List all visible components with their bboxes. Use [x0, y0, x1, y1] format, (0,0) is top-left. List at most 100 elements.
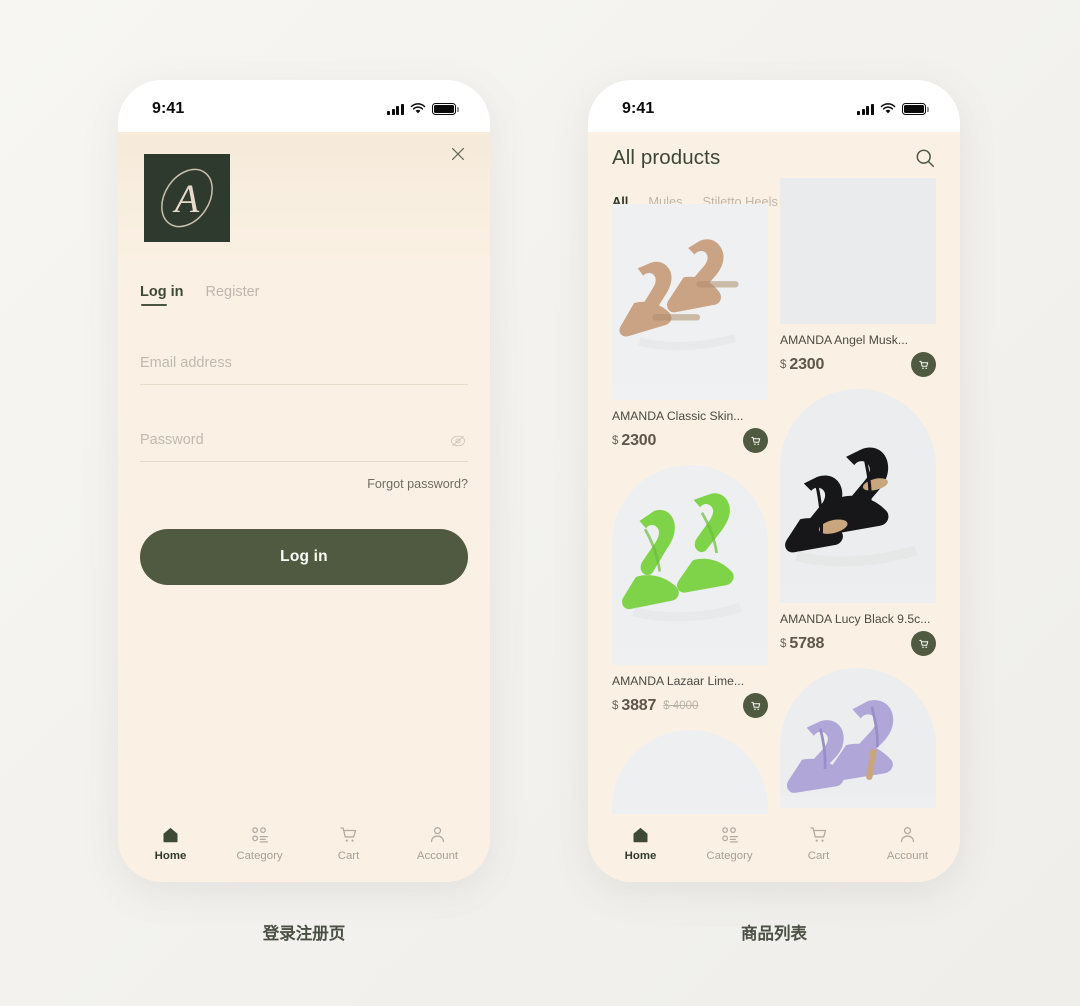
product-name: AMANDA Angel Musk... — [780, 333, 909, 347]
product-price: 2300 — [789, 355, 825, 373]
product-card[interactable]: AMANDA Angel Musk... $ 2300 — [780, 178, 936, 377]
currency-symbol: $ — [780, 637, 787, 650]
tab-label-category: Category — [706, 850, 753, 862]
heart-icon[interactable] — [912, 678, 928, 694]
product-image-lilac-sandals — [780, 668, 936, 808]
tab-item-account[interactable]: Account — [393, 824, 482, 862]
close-icon[interactable] — [448, 144, 468, 164]
product-price-row: $ 3887 $ 4000 — [612, 693, 768, 718]
tab-item-account[interactable]: Account — [863, 824, 952, 862]
product-meta: AMANDA Lucy Black 9.5c... $ 5788 — [780, 603, 936, 656]
product-column-left: AMANDA Classic Skin... $ 2300 AMANDA Laz… — [612, 204, 768, 850]
product-old-price: $ 4000 — [663, 699, 699, 712]
product-card-partial[interactable] — [780, 668, 936, 808]
login-screen: A Log in Register Email address Forgot p… — [118, 132, 490, 882]
title-row: All products — [612, 146, 936, 170]
tab-login[interactable]: Log in — [140, 284, 184, 308]
product-meta: AMANDA Lazaar Lime... $ 3887 $ 4000 — [612, 665, 768, 718]
heart-icon[interactable] — [744, 740, 760, 756]
tab-item-cart[interactable]: Cart — [304, 824, 393, 862]
product-grid-scroll[interactable]: AMANDA Classic Skin... $ 2300 AMANDA Laz… — [588, 178, 960, 882]
product-card[interactable]: AMANDA Lucy Black 9.5c... $ 5788 — [780, 389, 936, 656]
login-hero-banner: A — [118, 132, 490, 260]
password-field-wrap — [140, 431, 468, 462]
status-bar-indicators — [386, 103, 459, 115]
tab-label-account: Account — [886, 850, 929, 862]
cart-icon — [918, 360, 928, 369]
add-to-cart-button[interactable] — [743, 428, 768, 453]
bottom-tab-bar-login: Home Category Cart Account — [118, 814, 490, 882]
product-card[interactable]: AMANDA Lazaar Lime... $ 3887 $ 4000 — [612, 465, 768, 718]
login-form-panel: Log in Register Forgot password? Log in — [118, 260, 490, 882]
product-image-black-sandals — [780, 389, 936, 603]
product-price: 2300 — [621, 431, 657, 449]
product-name: AMANDA Classic Skin... — [612, 409, 744, 423]
currency-symbol: $ — [612, 699, 619, 712]
product-image-nude-sandals — [612, 204, 768, 400]
product-meta: AMANDA Angel Musk... $ 2300 — [780, 324, 936, 377]
account-person-icon — [900, 827, 915, 843]
tab-register[interactable]: Register — [206, 284, 260, 308]
product-image-light-grey — [780, 178, 936, 324]
product-price-row: $ 2300 — [612, 428, 768, 453]
heart-icon[interactable] — [744, 475, 760, 491]
phone-mockup-product-list: 9:41 All products All Mules Stiletto Hee… — [588, 80, 960, 882]
cart-icon — [340, 827, 357, 842]
product-price-row: $ 2300 — [780, 352, 936, 377]
brand-letter: A — [172, 176, 200, 221]
tab-item-category[interactable]: Category — [215, 824, 304, 862]
tab-label-category: Category — [236, 850, 283, 862]
product-card[interactable]: AMANDA Classic Skin... $ 2300 — [612, 204, 768, 453]
screenshot-stage: 9:41 A Log in Register Email address For… — [0, 0, 1080, 1006]
cart-icon — [750, 701, 760, 710]
eye-off-icon[interactable] — [450, 433, 466, 449]
add-to-cart-button[interactable] — [911, 352, 936, 377]
cart-icon — [918, 639, 928, 648]
product-masonry: AMANDA Classic Skin... $ 2300 AMANDA Laz… — [588, 178, 960, 850]
caption-list-screen: 商品列表 — [741, 925, 807, 943]
cellular-bars-icon — [856, 103, 874, 115]
status-bar-2: 9:41 — [588, 80, 960, 132]
account-person-icon — [430, 827, 445, 843]
product-meta: AMANDA Classic Skin... $ 2300 — [612, 400, 768, 453]
tab-item-category[interactable]: Category — [685, 824, 774, 862]
shoe-illustration — [612, 204, 768, 384]
product-price: 3887 — [621, 696, 657, 714]
add-to-cart-button[interactable] — [743, 693, 768, 718]
password-input[interactable] — [140, 432, 429, 448]
tab-label-home: Home — [624, 850, 657, 862]
email-field-wrap — [140, 354, 468, 385]
tab-label-cart: Cart — [337, 850, 360, 862]
battery-icon — [902, 103, 929, 115]
product-column-right: AMANDA Angel Musk... $ 2300 AMANDA Lucy … — [780, 178, 936, 850]
tab-item-cart[interactable]: Cart — [774, 824, 863, 862]
shoe-illustration — [612, 465, 768, 649]
battery-icon — [432, 103, 459, 115]
home-icon — [163, 827, 178, 843]
product-name: AMANDA Lucy Black 9.5c... — [780, 612, 931, 626]
brand-logo: A — [144, 154, 230, 242]
category-grid-icon — [252, 827, 269, 843]
wifi-icon — [880, 103, 896, 114]
product-price-row: $ 5788 — [780, 631, 936, 656]
page-title: All products — [612, 146, 721, 169]
product-list-screen: All products All Mules Stiletto Heels An… — [588, 132, 960, 882]
search-icon[interactable] — [914, 147, 936, 169]
phone-mockup-login: 9:41 A Log in Register Email address For… — [118, 80, 490, 882]
tab-item-home[interactable]: Home — [126, 824, 215, 862]
heart-icon[interactable] — [912, 399, 928, 415]
status-bar-time: 9:41 — [152, 100, 185, 117]
caption-login-screen: 登录注册页 — [262, 925, 346, 943]
email-input[interactable] — [140, 355, 429, 371]
product-price: 5788 — [789, 634, 825, 652]
tab-label-home: Home — [154, 850, 187, 862]
cart-icon — [810, 827, 827, 842]
login-submit-button[interactable]: Log in — [140, 529, 468, 585]
tab-item-home[interactable]: Home — [596, 824, 685, 862]
currency-symbol: $ — [612, 434, 619, 447]
add-to-cart-button[interactable] — [911, 631, 936, 656]
currency-symbol: $ — [780, 358, 787, 371]
status-bar-indicators-2 — [856, 103, 929, 115]
forgot-password-link[interactable]: Forgot password? — [140, 477, 468, 491]
home-icon — [633, 827, 648, 843]
